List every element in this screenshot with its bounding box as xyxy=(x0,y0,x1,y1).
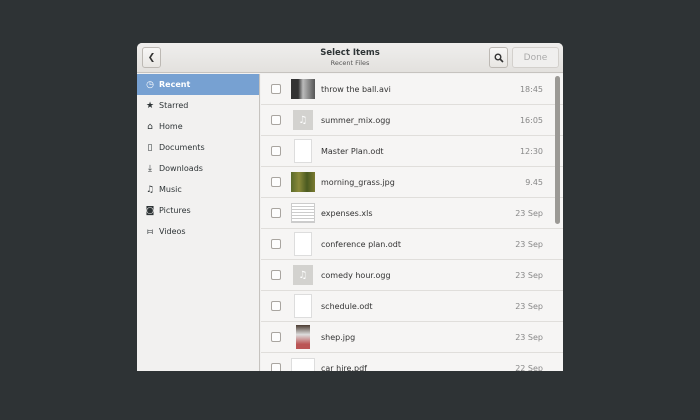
file-name: expenses.xls xyxy=(321,208,373,218)
file-time: 22 Sep xyxy=(515,363,543,372)
file-row[interactable]: throw the ball.avi 18:45 xyxy=(261,74,563,105)
select-checkbox[interactable] xyxy=(271,115,281,125)
film-icon: ⧦ xyxy=(147,226,153,237)
file-row[interactable]: Master Plan.odt 12:30 xyxy=(261,136,563,167)
sidebar-item-label: Home xyxy=(159,122,183,131)
select-checkbox[interactable] xyxy=(271,239,281,249)
sidebar-item-videos[interactable]: ⧦ Videos xyxy=(137,221,259,242)
sidebar-item-downloads[interactable]: ⤓ Downloads xyxy=(137,158,259,179)
select-checkbox[interactable] xyxy=(271,363,281,371)
file-thumbnail xyxy=(291,79,315,99)
home-icon: ⌂ xyxy=(147,121,153,132)
search-button[interactable] xyxy=(489,47,508,68)
file-name: comedy hour.ogg xyxy=(321,270,391,280)
file-row[interactable]: conference plan.odt 23 Sep xyxy=(261,229,563,260)
sidebar: ◷ Recent ★ Starred ⌂ Home ▯ Documents ⤓ Downloads… xyxy=(137,74,260,371)
sidebar-item-label: Downloads xyxy=(159,164,203,173)
music-note-icon: ♫ xyxy=(293,110,313,130)
select-checkbox[interactable] xyxy=(271,146,281,156)
select-checkbox[interactable] xyxy=(271,332,281,342)
file-row[interactable]: car hire.pdf 22 Sep xyxy=(261,353,563,371)
file-name: car hire.pdf xyxy=(321,363,367,372)
file-name: summer_mix.ogg xyxy=(321,115,391,125)
search-icon xyxy=(494,53,504,63)
file-list: throw the ball.avi 18:45 ♫ summer_mix.ogg 16… xyxy=(261,74,563,371)
file-thumbnail xyxy=(291,172,315,192)
file-time: 23 Sep xyxy=(515,301,543,311)
camera-icon: ◙ xyxy=(145,205,155,216)
sidebar-item-home[interactable]: ⌂ Home xyxy=(137,116,259,137)
sidebar-item-label: Videos xyxy=(159,227,186,236)
sidebar-item-recent[interactable]: ◷ Recent xyxy=(137,74,259,95)
file-row[interactable]: shep.jpg 23 Sep xyxy=(261,322,563,353)
file-time: 23 Sep xyxy=(515,332,543,342)
file-row[interactable]: expenses.xls 23 Sep xyxy=(261,198,563,229)
file-time: 23 Sep xyxy=(515,208,543,218)
file-row[interactable]: morning_grass.jpg 9.45 xyxy=(261,167,563,198)
download-icon: ⤓ xyxy=(148,163,152,174)
select-checkbox[interactable] xyxy=(271,208,281,218)
clock-icon: ◷ xyxy=(146,79,154,90)
document-icon: ▯ xyxy=(147,142,153,153)
file-time: 12:30 xyxy=(519,146,543,156)
music-icon: ♫ xyxy=(145,184,155,195)
file-thumbnail xyxy=(294,294,312,318)
select-checkbox[interactable] xyxy=(271,177,281,187)
sidebar-item-music[interactable]: ♫ Music xyxy=(137,179,259,200)
music-note-icon: ♫ xyxy=(293,265,313,285)
sidebar-item-label: Music xyxy=(159,185,182,194)
file-name: morning_grass.jpg xyxy=(321,177,395,187)
file-name: shep.jpg xyxy=(321,332,356,342)
file-thumbnail xyxy=(296,325,310,349)
sidebar-item-label: Pictures xyxy=(159,206,191,215)
file-name: Master Plan.odt xyxy=(321,146,384,156)
file-time: 23 Sep xyxy=(515,270,543,280)
file-name: schedule.odt xyxy=(321,301,373,311)
file-thumbnail xyxy=(291,358,315,371)
scrollbar[interactable] xyxy=(555,76,560,224)
file-name: conference plan.odt xyxy=(321,239,401,249)
select-checkbox[interactable] xyxy=(271,270,281,280)
sidebar-item-label: Documents xyxy=(159,143,205,152)
select-checkbox[interactable] xyxy=(271,84,281,94)
select-items-dialog: ❮ Select Items Recent Files Done ◷ Recent… xyxy=(137,43,563,371)
file-time: 9.45 xyxy=(525,177,543,187)
file-time: 18:45 xyxy=(519,84,543,94)
file-time: 23 Sep xyxy=(515,239,543,249)
sidebar-item-label: Starred xyxy=(159,101,189,110)
sidebar-item-pictures[interactable]: ◙ Pictures xyxy=(137,200,259,221)
file-row[interactable]: schedule.odt 23 Sep xyxy=(261,291,563,322)
file-row[interactable]: ♫ summer_mix.ogg 16:05 xyxy=(261,105,563,136)
file-thumbnail xyxy=(294,232,312,256)
star-icon: ★ xyxy=(145,100,155,111)
sidebar-item-starred[interactable]: ★ Starred xyxy=(137,95,259,116)
header-bar: ❮ Select Items Recent Files Done xyxy=(137,43,563,73)
file-time: 16:05 xyxy=(519,115,543,125)
select-checkbox[interactable] xyxy=(271,301,281,311)
file-name: throw the ball.avi xyxy=(321,84,391,94)
file-thumbnail xyxy=(291,203,315,223)
file-row[interactable]: ♫ comedy hour.ogg 23 Sep xyxy=(261,260,563,291)
sidebar-item-documents[interactable]: ▯ Documents xyxy=(137,137,259,158)
sidebar-item-label: Recent xyxy=(159,80,191,89)
file-thumbnail xyxy=(294,139,312,163)
done-button[interactable]: Done xyxy=(512,47,559,68)
